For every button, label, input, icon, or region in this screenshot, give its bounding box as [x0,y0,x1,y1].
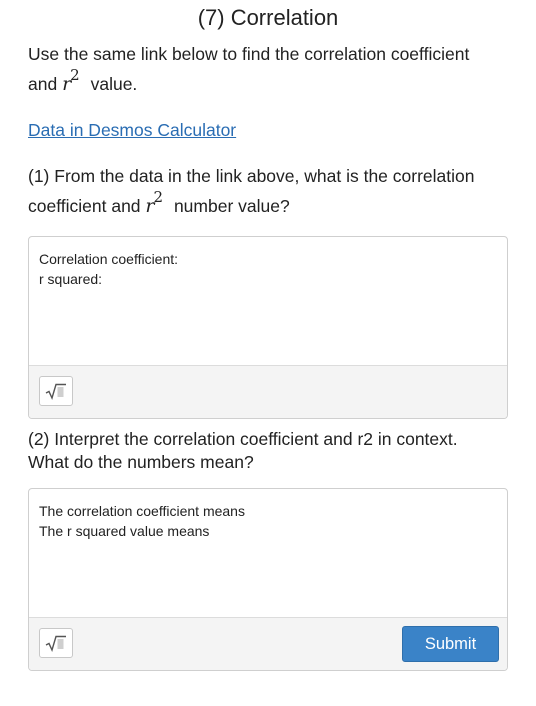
math-superscript: 2 [70,66,80,84]
intro-paragraph: Use the same link below to find the corr… [28,39,508,100]
submit-button[interactable]: Submit [402,626,499,662]
question-1-line-2: coefficient and r2 number value? [28,188,508,222]
question-1: (1) From the data in the link above, wha… [28,161,508,222]
answer-box-1: Correlation coefficient: r squared: [28,236,508,419]
sqrt-icon [45,635,66,652]
intro-line-2: and r2 value. [28,66,508,100]
math-editor-button[interactable] [39,628,73,658]
question-1-prefix: coefficient and [28,196,141,216]
page-content: (7) Correlation Use the same link below … [28,0,508,671]
page-title: (7) Correlation [197,5,339,30]
question-2-line-1: (2) Interpret the correlation coefficien… [28,429,458,449]
question-1-line-1: (1) From the data in the link above, wha… [28,166,475,186]
answer-box-2: The correlation coefficient means The r … [28,488,508,671]
question-2-line-2: What do the numbers mean? [28,452,254,472]
intro-prefix: and [28,74,58,94]
math-superscript: 2 [153,188,164,206]
answer-input-1[interactable]: Correlation coefficient: r squared: [29,237,507,365]
math-editor-button[interactable] [39,376,73,406]
answer-input-2[interactable]: The correlation coefficient means The r … [29,489,507,617]
question-2: (2) Interpret the correlation coefficien… [28,428,508,474]
intro-suffix: value. [90,74,138,94]
answer-toolbar-2: Submit [29,617,507,670]
answer-toolbar-1 [29,365,507,418]
question-1-suffix: number value? [173,196,290,216]
desmos-data-link[interactable]: Data in Desmos Calculator [28,120,236,141]
intro-line-1: Use the same link below to find the corr… [28,44,470,64]
sqrt-icon [45,383,66,400]
